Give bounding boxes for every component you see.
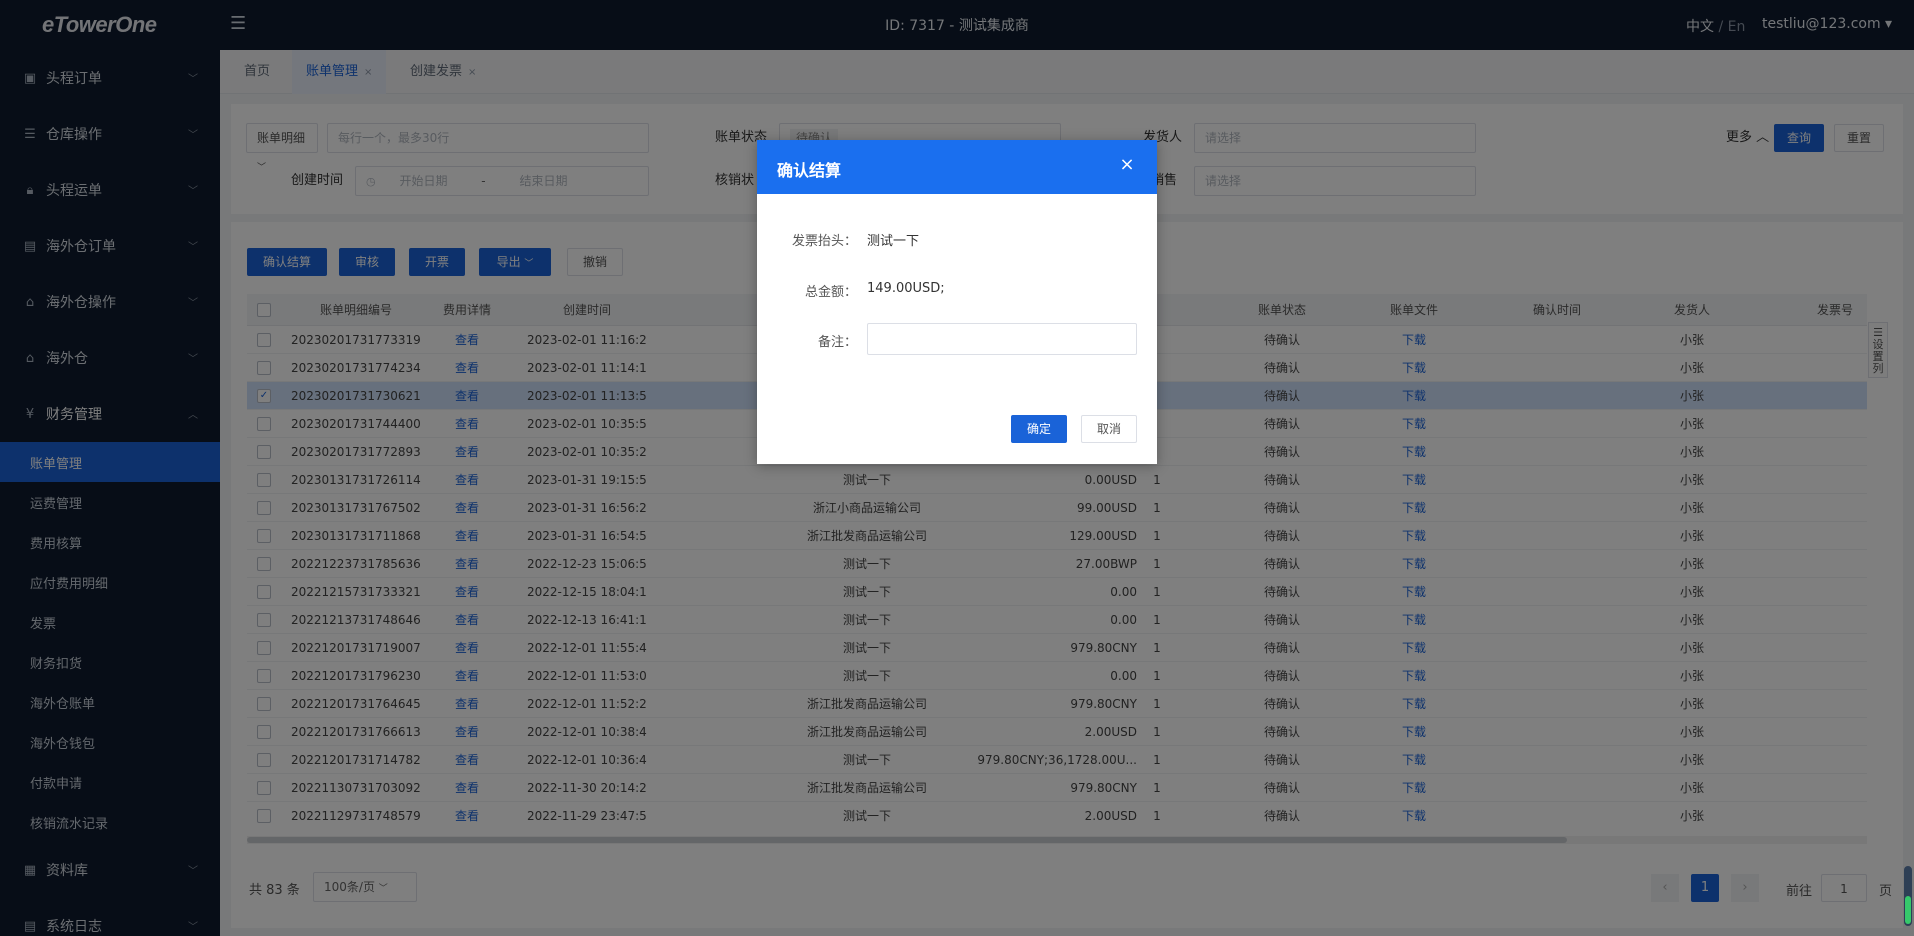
remark-input[interactable] [867, 323, 1137, 355]
dialog-title: 确认结算 [777, 161, 842, 180]
invoice-title-value: 测试一下 [867, 234, 920, 249]
confirm-settlement-dialog: 确认结算 × 发票抬头： 测试一下 总金额： 149.00USD; 备注： 确定… [757, 140, 1157, 464]
remark-label: 备注： [817, 335, 857, 350]
ok-button[interactable]: 确定 [1011, 415, 1067, 443]
invoice-title-label: 发票抬头： [791, 234, 857, 249]
scroll-indicator-fill [1905, 896, 1911, 924]
total-amount-value: 149.00USD; [867, 281, 945, 296]
page-scroll-indicator[interactable] [1904, 866, 1912, 926]
close-icon[interactable]: × [1117, 154, 1137, 175]
cancel-button[interactable]: 取消 [1081, 415, 1137, 443]
dialog-header: 确认结算 × [757, 140, 1157, 194]
total-amount-label: 总金额： [804, 285, 857, 300]
